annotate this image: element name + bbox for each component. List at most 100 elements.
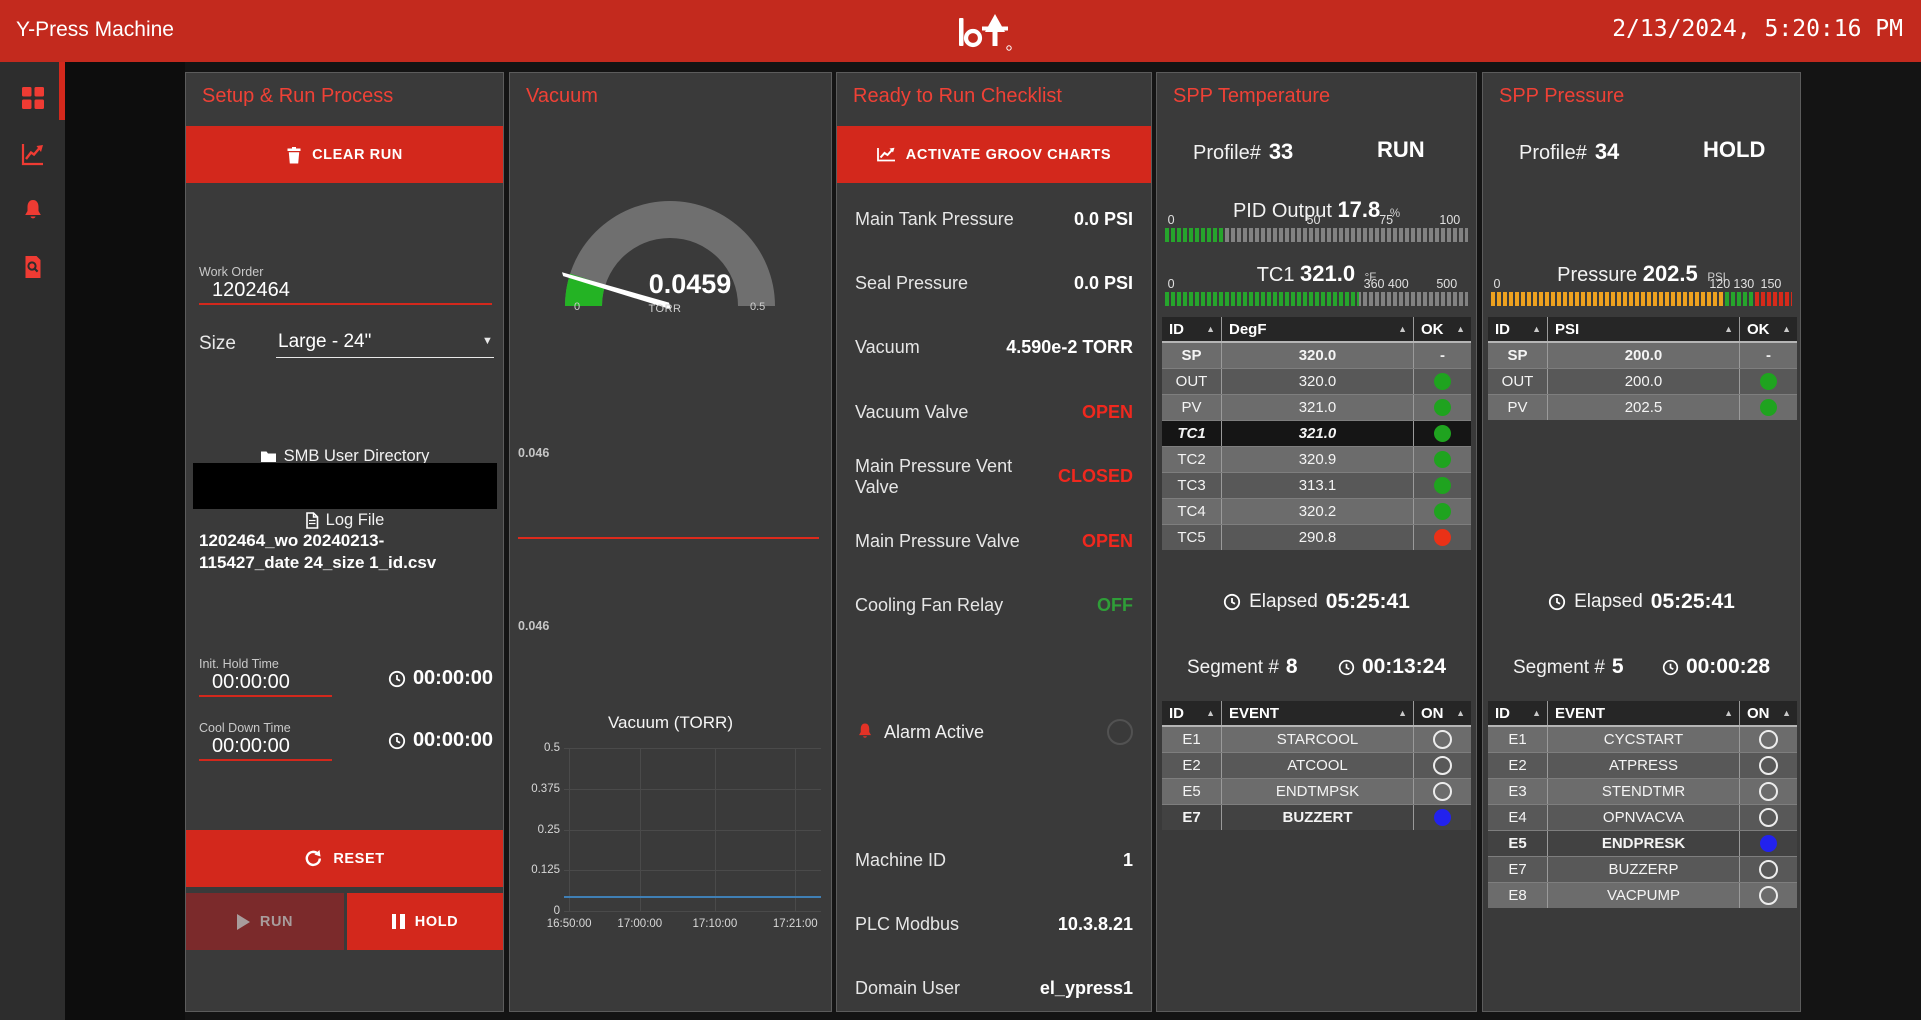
column-header-id[interactable]: ID (1488, 317, 1548, 341)
pressure-table: ID PSI OK SP 200.0 - OUT 200.0 PV 202.5 (1488, 317, 1797, 420)
table-row: SP 320.0 - (1162, 343, 1471, 368)
cell-value: 320.0 (1222, 369, 1414, 394)
alarm-bell-icon (855, 722, 875, 742)
column-header-id[interactable]: ID (1162, 317, 1222, 341)
elapsed-time-row: Elapsed 05:25:41 (1157, 590, 1476, 614)
init-hold-input[interactable]: 00:00:00 (212, 671, 290, 694)
column-header-ok[interactable]: OK (1414, 317, 1471, 341)
checklist-value: OFF (1097, 595, 1133, 616)
checklist-row: PLC Modbus 10.3.8.21 (837, 892, 1151, 956)
column-header-id[interactable]: ID (1488, 701, 1548, 725)
cell-status (1414, 753, 1471, 778)
table-row: TC1 321.0 (1162, 420, 1471, 446)
run-label: RUN (260, 914, 293, 930)
cell-status (1414, 727, 1471, 752)
table-header: ID EVENT ON (1162, 701, 1471, 727)
column-header-event[interactable]: EVENT (1548, 701, 1740, 725)
iot-logo (955, 8, 1013, 59)
cell-value: 320.2 (1222, 499, 1414, 524)
panel-ready-to-run-checklist: Ready to Run Checklist ACTIVATE GROOV CH… (836, 72, 1152, 1012)
scale-tick-label: 100 (1439, 213, 1460, 227)
size-dropdown[interactable]: Large - 24" (278, 331, 371, 353)
chevron-down-icon[interactable] (482, 335, 493, 347)
sidebar-item-trends[interactable] (0, 132, 65, 176)
profile-row: Profile#34 HOLD (1483, 139, 1800, 167)
table-row: E4 OPNVACVA (1488, 804, 1797, 830)
checklist-value: 10.3.8.21 (1058, 914, 1133, 935)
document-search-icon (20, 254, 46, 280)
status-led-icon (1434, 809, 1451, 826)
cell-id: E7 (1162, 805, 1222, 830)
status-led-icon (1434, 399, 1451, 416)
sidebar-item-alarms[interactable] (0, 189, 65, 233)
hold-button[interactable]: HOLD (347, 893, 503, 950)
profile-number: 33 (1269, 139, 1293, 164)
sidebar-item-dashboard[interactable] (0, 76, 65, 120)
checklist-label: Main Pressure Vent Valve (855, 456, 1058, 498)
column-header-id[interactable]: ID (1162, 701, 1222, 725)
clear-run-button[interactable]: CLEAR RUN (186, 126, 503, 183)
cell-value: ENDPRESK (1548, 831, 1740, 856)
status-led-icon (1759, 860, 1778, 879)
profile-row: Profile#33 RUN (1157, 139, 1476, 167)
clock-icon (1338, 659, 1355, 676)
scale-tick-label: 50 (1307, 213, 1321, 227)
x-axis-tick-label: 17:21:00 (773, 918, 818, 930)
column-header-ok[interactable]: OK (1740, 317, 1797, 341)
cool-down-timer-value: 00:00:00 (413, 729, 493, 752)
alarm-active-label: Alarm Active (884, 722, 984, 743)
log-file-row: Log File (186, 511, 503, 530)
status-led-icon (1759, 782, 1778, 801)
run-button[interactable]: RUN (186, 893, 344, 950)
vacuum-trend-chart (564, 748, 821, 911)
clear-run-label: CLEAR RUN (312, 147, 403, 163)
sort-arrow-icon (1724, 324, 1733, 334)
activate-groov-charts-label: ACTIVATE GROOV CHARTS (906, 147, 1111, 163)
column-header-degf[interactable]: DegF (1222, 317, 1414, 341)
table-row: OUT 200.0 (1488, 368, 1797, 394)
cell-status (1740, 883, 1797, 908)
trash-icon (286, 146, 302, 164)
checklist-value: 0.0 PSI (1074, 273, 1133, 294)
work-order-input[interactable]: 1202464 (212, 279, 290, 302)
cell-status: - (1414, 343, 1471, 368)
column-header-psi[interactable]: PSI (1548, 317, 1740, 341)
reset-button[interactable]: RESET (186, 830, 503, 887)
cell-status (1414, 779, 1471, 804)
table-row: E3 STENDTMR (1488, 778, 1797, 804)
range-label-top: 0.046 (518, 446, 549, 460)
column-header-event[interactable]: EVENT (1222, 701, 1414, 725)
tc1-scale: 0360400500 (1165, 277, 1468, 290)
checklist-label: Vacuum Valve (855, 402, 968, 423)
cell-value: 200.0 (1548, 343, 1740, 368)
activate-groov-charts-button[interactable]: ACTIVATE GROOV CHARTS (837, 126, 1151, 183)
chart-title: Vacuum (TORR) (510, 713, 831, 733)
cell-id: PV (1488, 395, 1548, 420)
log-file-label: Log File (326, 511, 385, 530)
cell-value: 320.0 (1222, 343, 1414, 368)
cell-status (1740, 831, 1797, 856)
profile-number: 34 (1595, 139, 1619, 164)
gauge-value: 0.0459 (605, 269, 775, 300)
column-header-on[interactable]: ON (1414, 701, 1471, 725)
gauge-min-label: 0 (574, 301, 580, 313)
trend-series-line (564, 896, 821, 898)
status-led-icon (1434, 425, 1451, 442)
hold-label: HOLD (415, 914, 458, 930)
cool-down-input[interactable]: 00:00:00 (212, 735, 290, 758)
column-header-on[interactable]: ON (1740, 701, 1797, 725)
sort-arrow-icon (1206, 324, 1215, 334)
cell-status (1740, 369, 1797, 394)
scale-tick-label: 360 (1364, 277, 1385, 291)
run-state-label: HOLD (1703, 137, 1765, 163)
table-row: TC4 320.2 (1162, 498, 1471, 524)
background-gap (65, 62, 185, 1020)
smb-path-input[interactable] (193, 463, 497, 509)
sidebar-item-event-log[interactable] (0, 245, 65, 289)
work-order-underline (199, 303, 492, 305)
gauge-unit: TORR (605, 303, 725, 315)
panel-spp-temperature: SPP Temperature Profile#33 RUN PID Outpu… (1156, 72, 1477, 1012)
cell-id: SP (1488, 343, 1548, 368)
cell-status (1740, 805, 1797, 830)
cell-status (1740, 727, 1797, 752)
